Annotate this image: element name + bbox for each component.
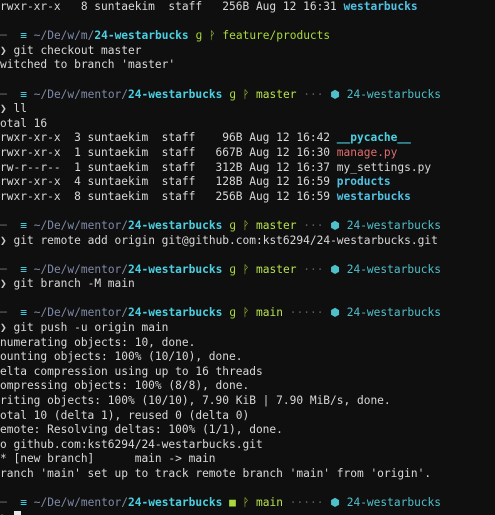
prompt-line: ─ ≡ ~/De/w/mentor/24-westarbucks ■ ᚹ mai…	[0, 496, 442, 510]
node-icon: ⬢	[330, 87, 340, 101]
output-line: numerating objects: 10, done.	[0, 335, 196, 349]
output-line: emote: Resolving deltas: 100% (1/1), don…	[0, 423, 283, 437]
folder-icon: ≡	[20, 496, 27, 510]
branch-icon: ᚹ	[208, 29, 216, 43]
ll-row: rwxr-xr-x 1 suntaekim staff 667B Aug 12 …	[0, 145, 398, 159]
folder-icon: ≡	[20, 262, 27, 276]
ll-row: rwxr-xr-x 8 suntaekim staff 256B Aug 12 …	[0, 189, 411, 203]
prompt-line: ─ ≡ ~/De/w/mentor/24-westarbucks ɡ ᚹ mas…	[0, 262, 442, 276]
branch-icon: ᚹ	[242, 87, 250, 101]
prompt-chevron-icon: ❯	[0, 43, 7, 57]
prompt-line: ─ ≡ ~/De/w/mentor/24-westarbucks ɡ ᚹ mas…	[0, 218, 442, 232]
command-line: ❯ git checkout master	[0, 43, 142, 57]
output-line: ounting objects: 100% (10/10), done.	[0, 350, 243, 364]
ll-row: rwxr-xr-x 3 suntaekim staff 96B Aug 12 1…	[0, 131, 411, 145]
branch-icon: ᚹ	[242, 496, 250, 510]
node-icon: ⬢	[330, 218, 340, 232]
output-line: ompressing objects: 100% (8/8), done.	[0, 379, 250, 393]
folder-icon: ≡	[20, 29, 27, 43]
command-line: ❯ git remote add origin git@github.com:k…	[0, 233, 438, 247]
text-cursor[interactable]	[13, 510, 21, 515]
folder-icon: ≡	[20, 306, 27, 320]
prompt-line: ─ ≡ ~/De/w/m/24-westarbucks ɡ ᚹ feature/…	[0, 29, 331, 43]
command-line: ❯ ll	[0, 102, 27, 116]
prompt-chevron-icon: ❯	[0, 102, 7, 116]
command-line: ❯ git branch -M main	[0, 277, 135, 291]
command-line[interactable]: ❯	[0, 510, 495, 515]
git-icon: ɡ	[229, 218, 236, 232]
prompt-chevron-icon: ❯	[0, 277, 7, 291]
prompt-chevron-icon: ❯	[0, 233, 7, 247]
node-icon: ⬢	[330, 262, 340, 276]
folder-icon: ≡	[20, 87, 27, 101]
output-line: o github.com:kst6294/24-westarbucks.git	[0, 437, 263, 451]
git-icon: ɡ	[195, 29, 203, 43]
git-icon: ɡ	[229, 87, 236, 101]
prompt-line: ─ ≡ ~/De/w/mentor/24-westarbucks ɡ ᚹ mai…	[0, 306, 442, 320]
ll-row: rwxr-xr-x 4 suntaekim staff 128B Aug 12 …	[0, 175, 391, 189]
git-icon: ɡ	[229, 262, 236, 276]
folder-icon: ≡	[20, 218, 27, 232]
output-line: otal 16	[0, 116, 48, 130]
git-dirty-icon: ■	[229, 496, 236, 510]
terminal-window[interactable]: rwxr-xr-x 8 suntaekim staff 256B Aug 12 …	[0, 0, 495, 515]
dash: ─	[0, 29, 14, 43]
output-line: otal 10 (delta 1), reused 0 (delta 0)	[0, 408, 250, 422]
output-line: rwxr-xr-x 8 suntaekim staff 256B Aug 12 …	[0, 0, 418, 13]
node-icon: ⬢	[330, 306, 340, 320]
output-line: riting objects: 100% (10/10), 7.90 KiB |…	[0, 394, 391, 408]
prompt-chevron-icon: ❯	[0, 321, 7, 335]
output-line: * [new branch] main -> main	[0, 452, 216, 466]
output-line: witched to branch 'master'	[0, 58, 176, 72]
command-line: ❯ git push -u origin main	[0, 321, 169, 335]
output-line: ranch 'main' set up to track remote bran…	[0, 467, 432, 480]
prompt-line: ─ ≡ ~/De/w/mentor/24-westarbucks ɡ ᚹ mas…	[0, 87, 442, 101]
git-icon: ɡ	[229, 306, 236, 320]
node-icon: ⬢	[330, 496, 340, 510]
ll-row: rw-r--r-- 1 suntaekim staff 312B Aug 12 …	[0, 160, 432, 174]
branch-icon: ᚹ	[242, 262, 250, 276]
branch-icon: ᚹ	[242, 218, 250, 232]
branch-icon: ᚹ	[242, 306, 250, 320]
output-line: elta compression using up to 16 threads	[0, 364, 263, 378]
